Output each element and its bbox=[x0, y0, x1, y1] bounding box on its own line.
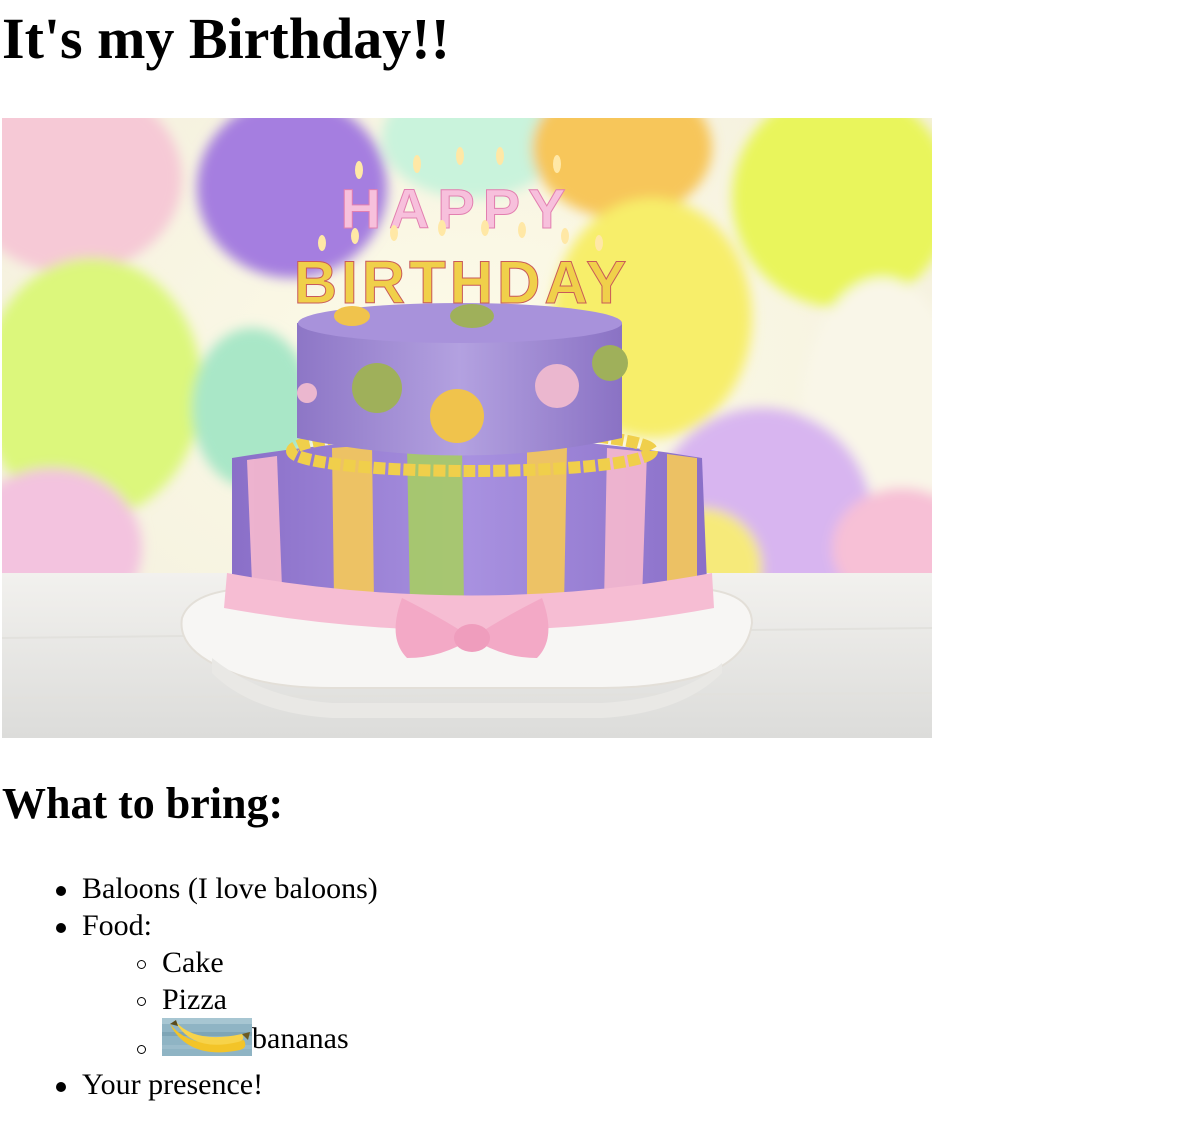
what-to-bring-heading: What to bring: bbox=[2, 779, 284, 828]
sublist-item-cake: Cake bbox=[82, 944, 378, 981]
birthday-cake-image: HAPPY BIRTHDAY bbox=[2, 118, 932, 738]
sublist-item-pizza: Pizza bbox=[82, 981, 378, 1018]
list-item-baloons: Baloons (I love baloons) bbox=[0, 870, 378, 907]
bullet-circle bbox=[137, 960, 146, 969]
bullet-disc bbox=[56, 923, 66, 933]
list-item-label: Food: bbox=[82, 909, 153, 942]
list-item-presence: Your presence! bbox=[0, 1066, 378, 1103]
bullet-circle bbox=[137, 1045, 146, 1054]
list-item-food: Food: Cake Pizza bananas bbox=[0, 907, 378, 1066]
bullet-disc bbox=[56, 1082, 66, 1092]
list-item-label: Your presence! bbox=[82, 1068, 264, 1101]
sublist-item-label: Cake bbox=[162, 946, 224, 979]
bullet-disc bbox=[56, 886, 66, 896]
sublist-item-label: Pizza bbox=[162, 983, 227, 1016]
sublist-item-bananas: bananas bbox=[82, 1018, 378, 1066]
candle-letters-top: HAPPY bbox=[341, 177, 574, 240]
banana-image bbox=[162, 1018, 252, 1056]
bring-list: Baloons (I love baloons) Food: Cake Pizz… bbox=[0, 870, 378, 1103]
list-item-label: Baloons (I love baloons) bbox=[82, 872, 378, 905]
candle-letters-bottom: BIRTHDAY bbox=[294, 249, 630, 316]
food-sublist: Cake Pizza bananas bbox=[82, 944, 378, 1066]
page-title: It's my Birthday!! bbox=[2, 6, 450, 71]
bullet-circle bbox=[137, 997, 146, 1006]
sublist-item-label: bananas bbox=[252, 1022, 349, 1055]
